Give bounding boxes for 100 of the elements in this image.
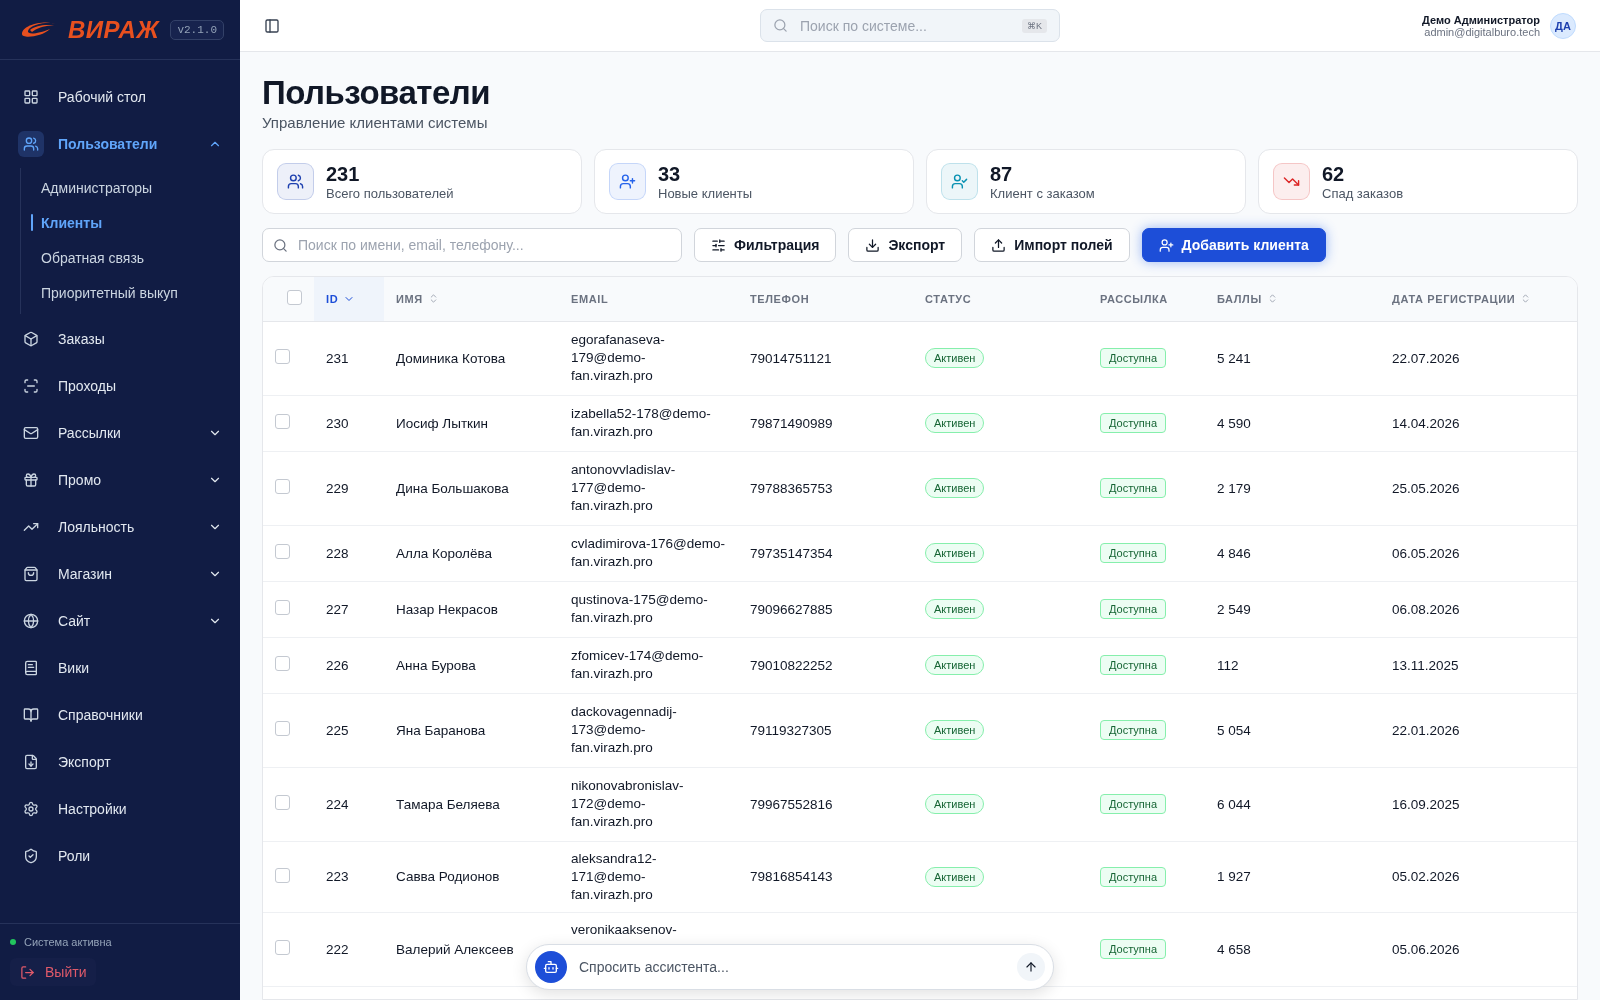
column-header[interactable]: ДАТА РЕГИСТРАЦИИ — [1380, 277, 1577, 321]
sidebar-item[interactable]: Вики — [18, 645, 222, 690]
row-checkbox[interactable] — [275, 721, 290, 736]
column-header[interactable]: БАЛЛЫ — [1205, 277, 1380, 321]
mailing-badge: Доступна — [1100, 348, 1166, 368]
table-cell: 06.08.2026 — [1392, 601, 1460, 617]
sidebar-item[interactable]: Промо — [18, 457, 222, 502]
document-icon — [23, 659, 39, 676]
version-badge: v2.1.0 — [170, 19, 224, 40]
users-icon — [23, 135, 39, 152]
mailing-badge: Доступна — [1100, 413, 1166, 433]
status-badge: Активен — [925, 599, 985, 619]
stat-value: 87 — [990, 162, 1014, 186]
sidebar-item[interactable]: Пользователи — [18, 121, 222, 166]
table-cell: 22.01.2026 — [1392, 722, 1460, 738]
sidebar-subitem[interactable]: Обратная связь — [21, 240, 222, 275]
import-button[interactable]: Импорт полей — [974, 228, 1130, 262]
sidebar-item[interactable]: Заказы — [18, 316, 222, 361]
table-cell: 16.09.2025 — [1392, 796, 1460, 812]
status-badge: Активен — [925, 543, 985, 563]
table-cell: Савва Родионов — [396, 869, 500, 884]
user-name: Демо Администратор — [1422, 13, 1540, 26]
stat-label: Спад заказов — [1322, 185, 1404, 201]
globe-icon — [23, 612, 39, 629]
export-button[interactable]: Экспорт — [848, 228, 963, 262]
table-cell: 1 927 — [1217, 869, 1251, 884]
table-cell: 79096627885 — [750, 601, 833, 617]
status-badge: Активен — [925, 478, 985, 498]
table-cell: Иосиф Лыткин — [396, 415, 488, 431]
table-cell-text: veronikaaksenov- — [571, 920, 678, 939]
table-cell: Яна Баранова — [396, 722, 486, 738]
table-cell: 22.07.2026 — [1392, 350, 1460, 366]
stat-value: 33 — [658, 162, 682, 186]
row-checkbox[interactable] — [275, 349, 290, 364]
table-cell: 14.04.2026 — [1392, 415, 1460, 431]
search-input[interactable]: Поиск по имени, email, телефону... — [296, 236, 671, 254]
table-cell: 79010822252 — [750, 657, 833, 673]
logout-button[interactable]: Выйти — [10, 958, 97, 986]
download-icon — [865, 237, 881, 253]
sidebar-item[interactable]: Лояльность — [18, 504, 222, 549]
sidebar-item[interactable]: Роли — [18, 833, 222, 878]
upload-icon — [991, 237, 1007, 253]
bag-icon — [23, 565, 39, 582]
shield-icon — [23, 847, 39, 864]
table-cell: 6 044 — [1217, 796, 1251, 812]
sidebar-item[interactable]: Сайт — [18, 598, 222, 643]
status-badge: Активен — [925, 413, 985, 433]
table-cell-text: antonovvladislav-177@demo-fan.virazh.pro — [571, 461, 677, 515]
add-button[interactable]: Добавить клиента — [1141, 228, 1326, 262]
search-input[interactable]: Поиск по системе... — [798, 16, 1012, 35]
table-cell: 223 — [326, 869, 349, 884]
user-plus-icon — [1158, 237, 1174, 253]
assistant-bar[interactable]: Спросить ассистента... — [526, 944, 1054, 990]
sidebar-item[interactable]: Рабочий стол — [18, 74, 222, 119]
select-all-checkbox[interactable] — [287, 290, 302, 306]
row-checkbox[interactable] — [275, 414, 290, 429]
send-button[interactable] — [1017, 953, 1045, 981]
row-checkbox[interactable] — [275, 795, 290, 810]
column-header[interactable]: ИМЯ — [384, 277, 559, 321]
user-avatar[interactable]: ДА — [1550, 12, 1576, 39]
search-field[interactable]: Поиск по системе... ⌘K — [760, 9, 1060, 42]
row-checkbox[interactable] — [275, 867, 290, 883]
column-header[interactable]: ID — [314, 277, 384, 321]
filter-button[interactable]: Фильтрация — [694, 228, 837, 262]
gift-icon — [23, 471, 39, 488]
table-cell: 231 — [326, 350, 349, 366]
table-cell: 226 — [326, 657, 349, 673]
sidebar-item[interactable]: Проходы — [18, 363, 222, 408]
user-email: admin@digitalburo.tech — [1424, 25, 1540, 38]
sidebar-item[interactable]: Экспорт — [18, 739, 222, 784]
table-cell: 79871490989 — [750, 415, 833, 431]
status-text: Система активна — [24, 936, 112, 948]
table-cell: 06.05.2026 — [1392, 545, 1460, 561]
sidebar-item[interactable]: Магазин — [18, 551, 222, 596]
row-checkbox[interactable] — [275, 600, 290, 615]
sidebar-item[interactable]: Рассылки — [18, 410, 222, 455]
table-cell: 112 — [1217, 657, 1239, 673]
mail-icon — [23, 424, 39, 441]
mailing-badge: Доступна — [1100, 720, 1166, 740]
mailing-badge: Доступна — [1100, 794, 1166, 814]
row-checkbox[interactable] — [275, 544, 290, 559]
sidebar-subitem[interactable]: Клиенты — [21, 205, 222, 240]
grid-icon — [23, 88, 39, 105]
sidebar-subitem[interactable]: Приоритетный выкуп — [21, 275, 222, 310]
row-checkbox[interactable] — [275, 656, 290, 671]
search-field[interactable]: Поиск по имени, email, телефону... — [262, 228, 682, 262]
book-icon — [23, 706, 39, 723]
table-cell-text: zfomicev-174@demo-fan.virazh.pro — [571, 647, 705, 683]
column-header: РАССЫЛКА — [1088, 277, 1205, 321]
stat-label: Новые клиенты — [658, 185, 753, 201]
table-cell-text: egorafanaseva-179@demo-fan.virazh.pro — [571, 331, 666, 385]
sidebar-item[interactable]: Настройки — [18, 786, 222, 831]
status-badge: Активен — [925, 348, 985, 368]
sidebar-item[interactable]: Справочники — [18, 692, 222, 737]
row-checkbox[interactable] — [275, 940, 290, 955]
stat-value: 62 — [1322, 162, 1346, 186]
table-cell: 2 549 — [1217, 601, 1251, 617]
sidebar-subitem[interactable]: Администраторы — [21, 170, 222, 205]
row-checkbox[interactable] — [275, 479, 290, 494]
sidebar-toggle-button[interactable] — [264, 17, 280, 34]
